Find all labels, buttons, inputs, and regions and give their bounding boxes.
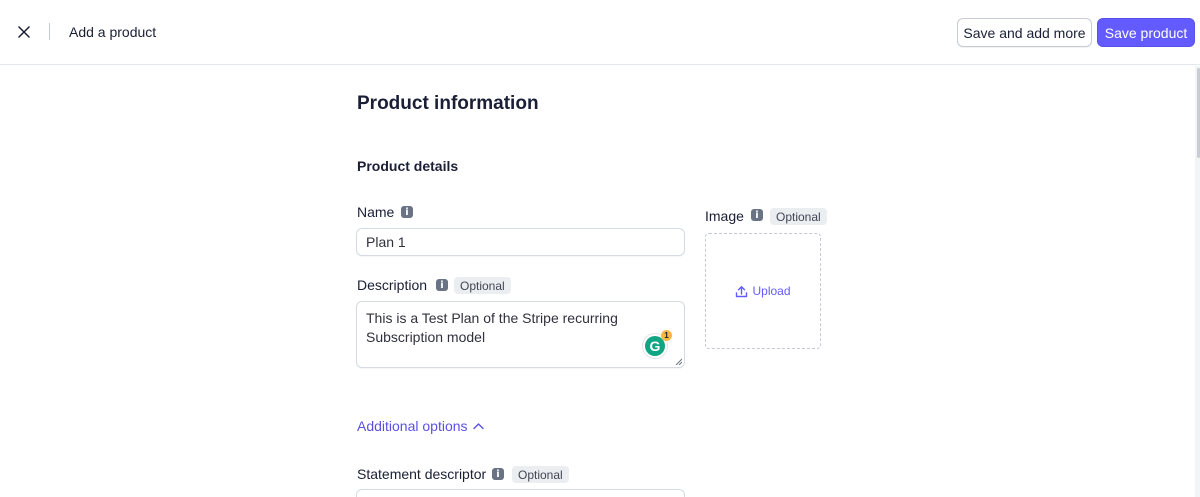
section-title: Product information — [357, 93, 539, 114]
chevron-up-icon — [472, 423, 484, 430]
description-textarea[interactable]: This is a Test Plan of the Stripe recurr… — [356, 301, 685, 368]
statement-descriptor-label: Statement descriptor — [357, 466, 487, 482]
header-divider — [49, 23, 50, 40]
description-info-icon[interactable]: i — [436, 279, 448, 291]
name-input-value: Plan 1 — [366, 234, 406, 250]
grammarly-count-badge: 1 — [661, 330, 672, 341]
description-line-2: Subscription model — [366, 329, 486, 345]
image-optional-badge: Optional — [770, 208, 827, 225]
page-title: Add a product — [69, 24, 157, 40]
upload-icon — [736, 285, 748, 297]
description-label: Description — [357, 277, 428, 293]
name-info-icon[interactable]: i — [401, 206, 413, 218]
close-icon — [18, 26, 30, 38]
description-optional-badge: Optional — [454, 277, 511, 294]
image-label: Image — [705, 208, 744, 224]
save-product-button[interactable]: Save product — [1097, 18, 1195, 47]
top-bar: Add a product Save and add more Save pro… — [0, 0, 1200, 65]
additional-options-label: Additional options — [357, 418, 468, 434]
statement-descriptor-optional-badge: Optional — [512, 466, 569, 483]
resize-handle-icon[interactable] — [675, 358, 682, 365]
upload-label: Upload — [752, 284, 791, 298]
statement-descriptor-input[interactable] — [356, 489, 685, 497]
description-line-1: This is a Test Plan of the Stripe recurr… — [366, 310, 618, 326]
close-button[interactable] — [14, 22, 34, 42]
image-info-icon[interactable]: i — [751, 209, 763, 221]
name-label: Name — [357, 204, 395, 220]
image-upload-area[interactable]: Upload — [705, 233, 821, 349]
save-and-add-more-button[interactable]: Save and add more — [957, 18, 1092, 47]
statement-descriptor-info-icon[interactable]: i — [492, 468, 504, 480]
section-subtitle: Product details — [357, 158, 459, 174]
additional-options-toggle[interactable]: Additional options — [357, 418, 484, 434]
name-input[interactable]: Plan 1 — [356, 228, 685, 256]
